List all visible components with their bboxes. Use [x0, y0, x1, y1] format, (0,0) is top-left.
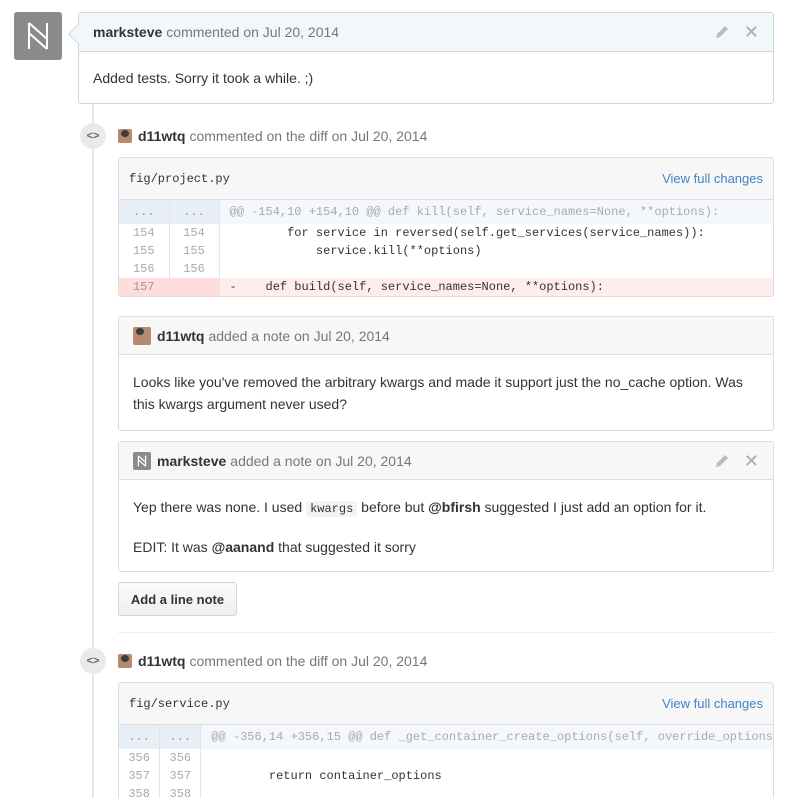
marksteve-logo-icon: [137, 454, 147, 467]
discussion-header: <> d11wtq commented on the diff on Jul 2…: [80, 123, 427, 149]
comment-author[interactable]: marksteve: [93, 24, 162, 40]
view-full-changes-link[interactable]: View full changes: [662, 696, 763, 711]
hunk-row: ... ... @@ -154,10 +154,10 @@ def kill(s…: [119, 200, 773, 224]
comment-meta: commented on Jul 20, 2014: [166, 24, 340, 40]
file-name[interactable]: fig/project.py: [129, 172, 230, 186]
divider: [118, 632, 774, 633]
note-body: Yep there was none. I used kwargs before…: [133, 499, 707, 555]
note-body: Looks like you've removed the arbitrary …: [133, 374, 743, 412]
note-header: d11wtq added a note on Jul 20, 2014: [119, 317, 773, 355]
pencil-icon[interactable]: [714, 24, 730, 40]
user-mention[interactable]: @bfirsh: [428, 499, 481, 515]
comment-body: Added tests. Sorry it took a while. ;): [93, 70, 314, 86]
timeline-line: [92, 104, 94, 798]
note-meta: added a note on Jul 20, 2014: [208, 327, 390, 344]
discussion-author[interactable]: d11wtq: [138, 128, 185, 144]
hunk-row: ... ... @@ -356,14 +356,15 @@ def _get_c…: [119, 725, 773, 749]
pencil-icon[interactable]: [714, 453, 730, 469]
table-row: 155 155 service.kill(**options): [119, 242, 773, 260]
table-row: 356 356: [119, 749, 773, 767]
user-mention[interactable]: @aanand: [212, 539, 275, 555]
file-header: fig/service.py View full changes: [119, 683, 773, 725]
diff-file: fig/project.py View full changes ... ...…: [118, 157, 774, 297]
note-meta: added a note on Jul 20, 2014: [230, 452, 412, 469]
close-icon[interactable]: ✕: [744, 452, 759, 470]
comment: marksteve commented on Jul 20, 2014 ✕ Ad…: [68, 12, 774, 104]
inline-code: kwargs: [306, 501, 358, 517]
comment-header: marksteve commented on Jul 20, 2014 ✕: [79, 13, 773, 52]
marksteve-logo-icon: [28, 22, 48, 50]
avatar[interactable]: [14, 12, 62, 60]
table-row: 357 357 return container_options: [119, 767, 773, 785]
close-icon[interactable]: ✕: [744, 23, 759, 41]
note-author[interactable]: d11wtq: [157, 328, 204, 344]
line-note: d11wtq added a note on Jul 20, 2014 Look…: [118, 316, 774, 431]
code-brackets-icon: <>: [80, 123, 106, 149]
note-author[interactable]: marksteve: [157, 453, 226, 469]
diff-table: ... ... @@ -356,14 +356,15 @@ def _get_c…: [119, 725, 773, 798]
discussion-meta: commented on the diff on Jul 20, 2014: [189, 653, 428, 669]
avatar[interactable]: [118, 129, 132, 143]
discussion-meta: commented on the diff on Jul 20, 2014: [189, 128, 428, 144]
add-line-note-button[interactable]: Add a line note: [118, 582, 237, 616]
view-full-changes-link[interactable]: View full changes: [662, 171, 763, 186]
file-header: fig/project.py View full changes: [119, 158, 773, 200]
hunk-header: @@ -356,14 +356,15 @@ def _get_container…: [200, 725, 773, 749]
file-name[interactable]: fig/service.py: [129, 697, 230, 711]
discussion-header: <> d11wtq commented on the diff on Jul 2…: [80, 648, 427, 674]
avatar[interactable]: [133, 451, 151, 470]
diff-table: ... ... @@ -154,10 +154,10 @@ def kill(s…: [119, 200, 773, 296]
table-row: 156 156: [119, 260, 773, 278]
avatar[interactable]: [133, 326, 151, 345]
hunk-header: @@ -154,10 +154,10 @@ def kill(self, ser…: [219, 200, 773, 224]
deleted-row: 157 - def build(self, service_names=None…: [119, 278, 773, 296]
line-note: marksteve added a note on Jul 20, 2014 ✕…: [118, 441, 774, 572]
discussion-author[interactable]: d11wtq: [138, 653, 185, 669]
diff-file: fig/service.py View full changes ... ...…: [118, 682, 774, 798]
note-header: marksteve added a note on Jul 20, 2014 ✕: [119, 442, 773, 480]
avatar[interactable]: [118, 654, 132, 668]
table-row: 358 358: [119, 785, 773, 798]
code-brackets-icon: <>: [80, 648, 106, 674]
table-row: 154 154 for service in reversed(self.get…: [119, 224, 773, 242]
